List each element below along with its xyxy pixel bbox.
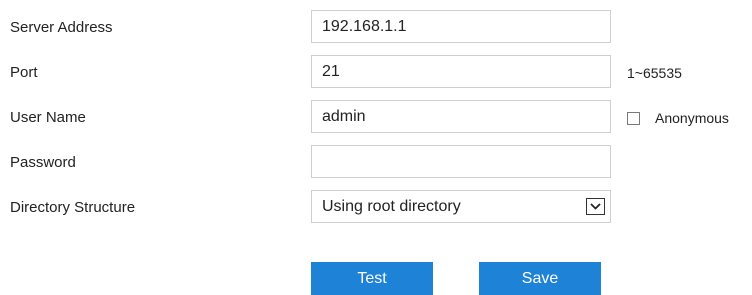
user-name-input[interactable] [311, 100, 611, 133]
anonymous-option[interactable]: Anonymous [627, 109, 729, 127]
directory-structure-select[interactable]: Using root directory [311, 190, 611, 223]
server-address-label: Server Address [10, 19, 113, 36]
directory-structure-label: Directory Structure [10, 199, 136, 216]
password-input[interactable] [311, 145, 611, 178]
anonymous-checkbox[interactable] [627, 111, 640, 125]
password-label: Password [10, 154, 76, 171]
port-label: Port [10, 64, 38, 81]
server-address-input[interactable] [311, 10, 611, 43]
test-button[interactable]: Test [311, 262, 433, 295]
port-input[interactable] [311, 55, 611, 88]
save-button[interactable]: Save [479, 262, 601, 295]
ftp-settings-form: Server Address Port 1~65535 User Name An… [0, 0, 752, 295]
directory-structure-value: Using root directory [322, 198, 461, 215]
user-name-label: User Name [10, 109, 86, 126]
chevron-down-icon[interactable] [586, 198, 605, 215]
anonymous-label: Anonymous [655, 110, 729, 126]
port-range-hint: 1~65535 [627, 65, 682, 81]
